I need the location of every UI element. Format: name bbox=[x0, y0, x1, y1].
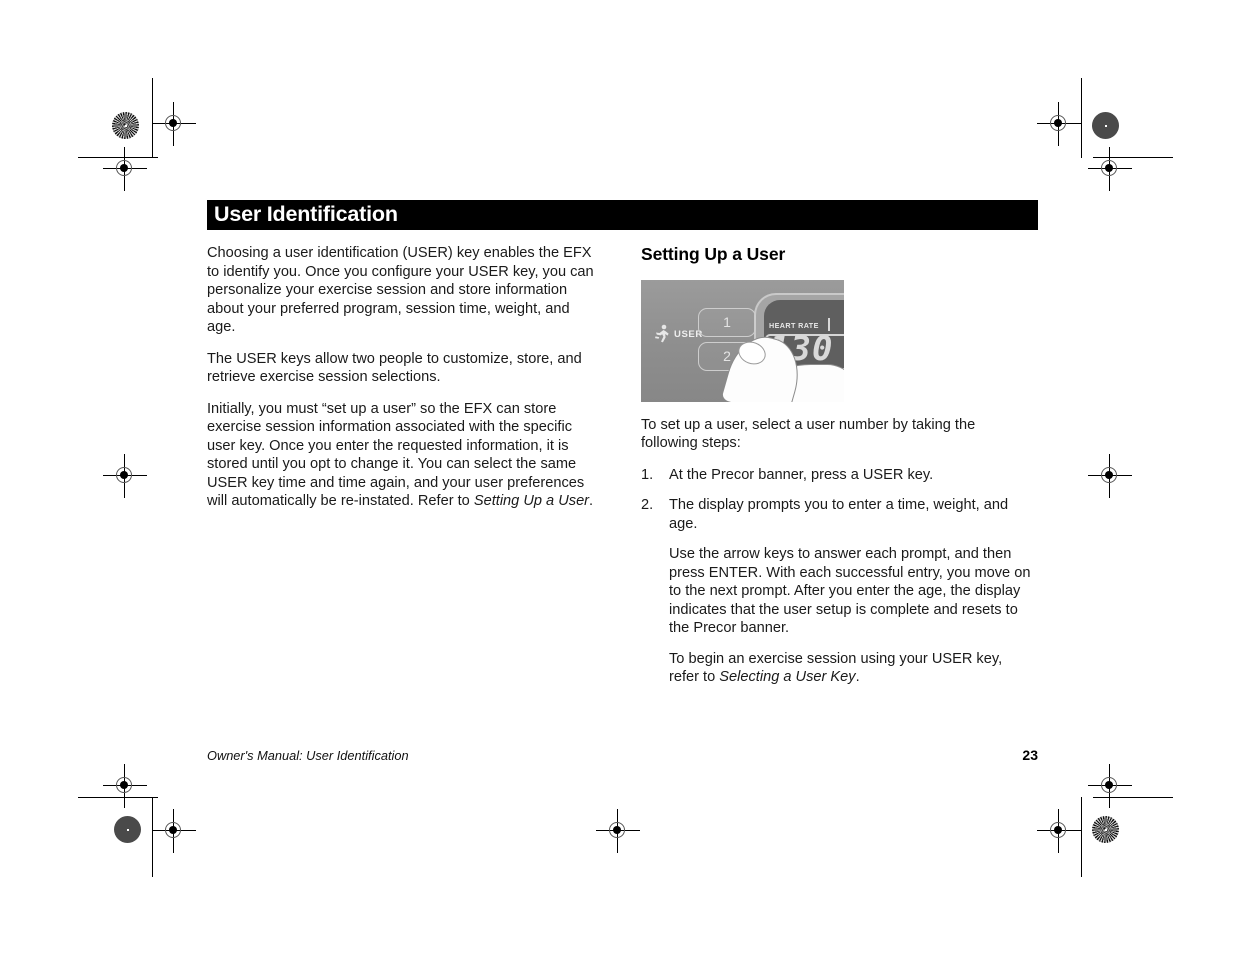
trim-line-br-horizontal bbox=[1093, 797, 1173, 799]
console-user-key-1[interactable]: 1 bbox=[698, 307, 756, 337]
footer-manual-title: Owner's Manual: User Identification bbox=[207, 748, 409, 763]
two-column-layout: Choosing a user identification (USER) ke… bbox=[207, 244, 1038, 699]
registration-mark-top-right-inner bbox=[1037, 102, 1081, 146]
console-user-key-1-label: 1 bbox=[723, 314, 731, 330]
trim-line-tr-horizontal bbox=[1093, 157, 1173, 159]
star-target-bottom-right bbox=[1092, 816, 1119, 843]
page-footer: Owner's Manual: User Identification 23 bbox=[207, 747, 1038, 763]
console-photo: USER 1 2 HEART RATE 130 ♥ bbox=[641, 279, 844, 402]
star-target-bottom-left bbox=[114, 816, 141, 843]
console-user-key-2-label: 2 bbox=[723, 348, 731, 364]
registration-mark-mid-left bbox=[103, 454, 147, 498]
paragraph-3-period: . bbox=[589, 493, 594, 510]
step-number-1: 1. bbox=[641, 466, 654, 483]
paragraph-3: Initially, you must “set up a user” so t… bbox=[207, 400, 597, 511]
step-item-1: 1. At the Precor banner, press a USER ke… bbox=[641, 466, 1036, 485]
trim-line-tr-vertical bbox=[1081, 78, 1083, 158]
page-title-bar: User Identification bbox=[207, 200, 1038, 230]
right-column: Setting Up a User USER 1 2 HEART RATE 13… bbox=[641, 244, 1036, 699]
trim-line-bl-horizontal bbox=[78, 797, 158, 799]
substep-2-period: . bbox=[855, 669, 860, 686]
registration-mark-bottom-right-outer bbox=[1088, 764, 1132, 808]
cross-reference-setting-up-a-user: Setting Up a User bbox=[473, 493, 590, 510]
cross-reference-selecting-a-user-key: Selecting a User Key bbox=[719, 669, 856, 686]
section-heading-setting-up-a-user: Setting Up a User bbox=[641, 244, 786, 264]
substep-paragraph-1: Use the arrow keys to answer each prompt… bbox=[669, 546, 1031, 637]
trim-line-tl-horizontal bbox=[78, 157, 158, 159]
step-number-2: 2. bbox=[641, 497, 654, 514]
left-column: Choosing a user identification (USER) ke… bbox=[207, 244, 597, 699]
registration-mark-bottom-left-outer bbox=[103, 764, 147, 808]
trim-line-bl-vertical bbox=[152, 797, 154, 877]
steps-intro: To set up a user, select a user number b… bbox=[641, 416, 976, 452]
step-text-2: The display prompts you to enter a time,… bbox=[669, 497, 1009, 532]
registration-mark-bottom-right-inner bbox=[1037, 809, 1081, 853]
registration-mark-top-left-inner bbox=[152, 102, 196, 146]
trim-line-br-vertical bbox=[1081, 797, 1083, 877]
registration-mark-top-left-outer bbox=[103, 147, 147, 191]
star-target-top-left bbox=[112, 112, 139, 139]
setup-steps-list: 1. At the Precor banner, press a USER ke… bbox=[641, 466, 1036, 687]
footer-page-number: 23 bbox=[1022, 747, 1038, 763]
substep-paragraph-2: To begin an exercise session using your … bbox=[669, 650, 1036, 687]
paragraph-1: Choosing a user identification (USER) ke… bbox=[207, 245, 594, 336]
registration-mark-bottom-left-inner bbox=[152, 809, 196, 853]
page-title: User Identification bbox=[214, 202, 398, 227]
registration-mark-top-right-outer bbox=[1088, 147, 1132, 191]
step-text-1: At the Precor banner, press a USER key. bbox=[669, 466, 934, 483]
registration-mark-bottom-center bbox=[596, 809, 640, 853]
page-content: User Identification Choosing a user iden… bbox=[207, 200, 1038, 699]
trim-line-tl-vertical bbox=[152, 78, 154, 158]
paragraph-2: The USER keys allow two people to custom… bbox=[207, 350, 582, 386]
registration-mark-mid-right bbox=[1088, 454, 1132, 498]
step-item-2: 2. The display prompts you to enter a ti… bbox=[641, 496, 1036, 687]
star-target-top-right bbox=[1092, 112, 1119, 139]
runner-icon bbox=[654, 324, 670, 344]
